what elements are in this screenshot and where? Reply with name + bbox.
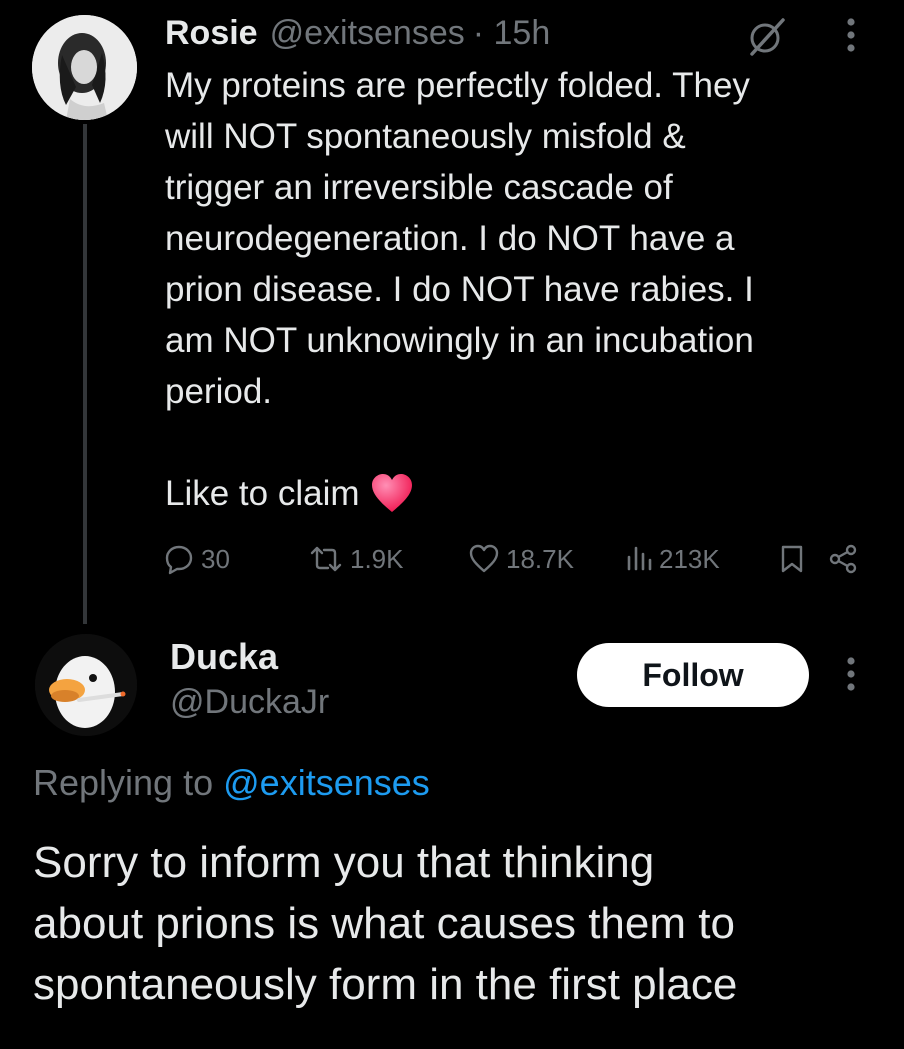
heart-outline-icon <box>468 543 500 575</box>
speech-bubble-icon <box>163 543 195 575</box>
claim-line: Like to claim <box>165 468 865 519</box>
tweet-line: am NOT unknowingly in an incubation <box>165 321 754 360</box>
view-count: 213K <box>659 543 720 574</box>
more-options-icon[interactable] <box>838 14 864 58</box>
author-name[interactable]: Rosie <box>165 14 258 53</box>
like-count: 18.7K <box>506 543 574 574</box>
avatar[interactable] <box>32 15 137 120</box>
tweet-line: prion disease. I do NOT have rabies. I <box>165 270 754 309</box>
replying-prefix: Replying to <box>33 762 214 803</box>
share-icon <box>828 543 858 575</box>
slashed-circle-icon[interactable] <box>743 14 789 60</box>
like-button[interactable]: 18.7K <box>468 536 574 582</box>
tweet-line: My proteins are perfectly folded. They <box>165 66 750 105</box>
author-handle[interactable]: @exitsenses <box>270 14 465 53</box>
reply-author-handle[interactable]: @DuckaJr <box>170 683 329 722</box>
tweet-line: period. <box>165 372 273 411</box>
reply-author-name[interactable]: Ducka <box>170 636 278 678</box>
bookmark-icon <box>778 543 806 575</box>
tweet-actions: 30 1.9K 18.7K 213K <box>163 536 863 582</box>
retweet-icon <box>308 543 344 575</box>
bookmark-button[interactable] <box>778 536 806 582</box>
thread-connector-line <box>83 124 87 624</box>
share-button[interactable] <box>828 536 858 582</box>
reply-line: spontaneously form in the first place <box>33 960 738 1009</box>
replying-mention-link[interactable]: @exitsenses <box>223 762 430 803</box>
tweet-line: will NOT spontaneously misfold & <box>165 117 686 156</box>
follow-button[interactable]: Follow <box>577 643 809 707</box>
bar-chart-icon <box>625 543 653 575</box>
reply-line: about prions is what causes them to <box>33 899 735 948</box>
reply-count: 30 <box>201 543 230 574</box>
replying-to: Replying to @exitsenses <box>33 762 430 804</box>
retweet-count: 1.9K <box>350 543 404 574</box>
tweet-text: My proteins are perfectly folded. They w… <box>165 60 865 519</box>
avatar[interactable] <box>35 634 137 736</box>
claim-text: Like to claim <box>165 474 360 513</box>
avatar-photo <box>35 634 137 736</box>
tweet-timestamp[interactable]: · 15h <box>473 14 551 53</box>
reply-text: Sorry to inform you that thinking about … <box>33 832 873 1015</box>
reply-button[interactable]: 30 <box>163 536 230 582</box>
more-options-icon[interactable] <box>838 653 864 697</box>
reply-line: Sorry to inform you that thinking <box>33 838 655 887</box>
tweet-line: neurodegeneration. I do NOT have a <box>165 219 735 258</box>
heart-icon <box>370 472 414 516</box>
tweet-header: Rosie @exitsenses · 15h <box>165 10 550 56</box>
views-button[interactable]: 213K <box>625 536 720 582</box>
avatar-photo <box>32 15 137 120</box>
retweet-button[interactable]: 1.9K <box>308 536 404 582</box>
tweet-line: trigger an irreversible cascade of <box>165 168 673 207</box>
